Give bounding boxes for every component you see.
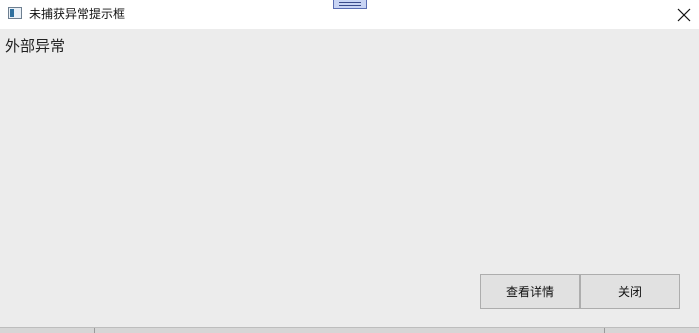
close-button[interactable]: 关闭 bbox=[580, 274, 680, 309]
close-icon bbox=[677, 8, 691, 21]
window-app-icon bbox=[8, 7, 22, 19]
bottom-divider bbox=[94, 328, 95, 333]
window-title: 未捕获异常提示框 bbox=[29, 7, 126, 21]
view-details-button[interactable]: 查看详情 bbox=[480, 274, 580, 309]
bottom-border bbox=[0, 327, 699, 333]
drag-handle[interactable] bbox=[333, 0, 367, 9]
error-message: 外部异常 bbox=[5, 37, 66, 55]
close-window-button[interactable] bbox=[669, 0, 699, 29]
bottom-divider bbox=[604, 328, 605, 333]
error-dialog-window: 未捕获异常提示框 外部异常 查看详情 关闭 bbox=[0, 0, 699, 333]
